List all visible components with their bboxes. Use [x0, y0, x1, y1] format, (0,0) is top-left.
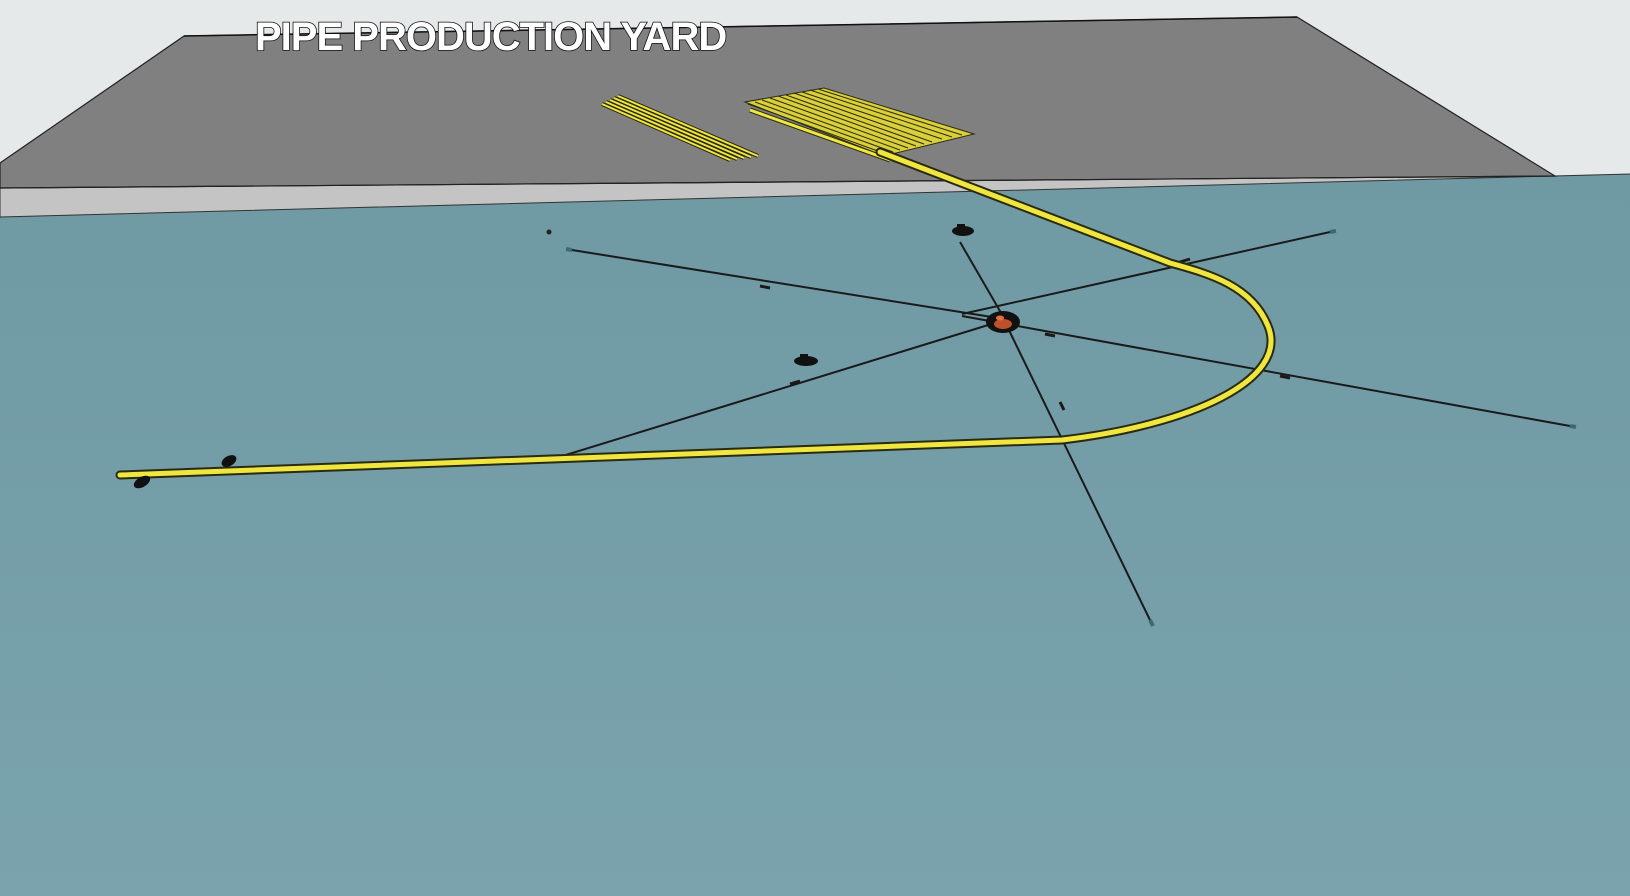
pipe-yard-scene: PIPE PRODUCTION YARD — [0, 0, 1630, 896]
lay-barge — [986, 311, 1020, 333]
yard-title: PIPE PRODUCTION YARD — [255, 15, 726, 59]
marker-buoy — [546, 229, 552, 235]
water-surface — [0, 174, 1630, 896]
